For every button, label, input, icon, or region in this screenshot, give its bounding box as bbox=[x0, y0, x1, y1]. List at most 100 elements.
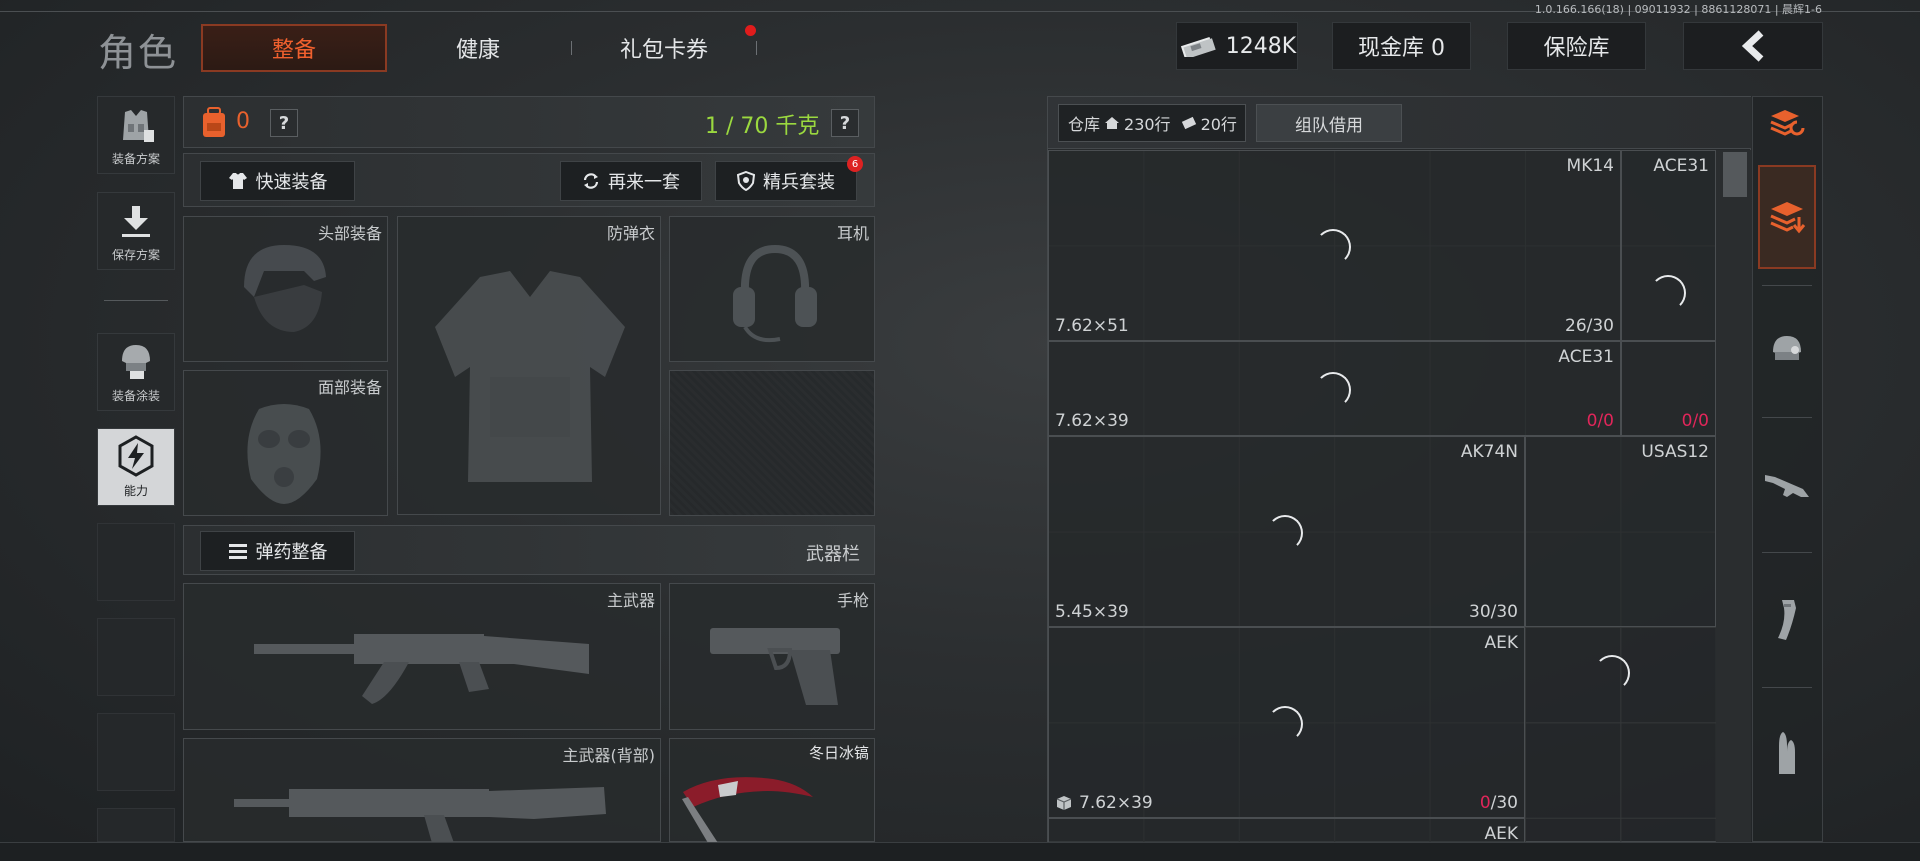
warehouse-item[interactable]: ACE31 7.62×39 0/0 bbox=[1048, 341, 1621, 436]
currency-display[interactable]: 1248K bbox=[1176, 22, 1298, 70]
ammo-loaded: 0 bbox=[1479, 793, 1491, 813]
primary-back-weapon-slot[interactable]: 主武器(背部) bbox=[183, 738, 661, 843]
tab-health[interactable]: 健康 bbox=[400, 24, 556, 72]
warehouse-item[interactable]: AEK 7.62×39 0/30 bbox=[1048, 627, 1525, 818]
sidebar-empty-slot bbox=[97, 808, 175, 842]
warehouse-item[interactable]: ACE31 bbox=[1621, 150, 1716, 341]
item-ammo-count: 0/0 bbox=[1682, 411, 1709, 431]
loading-spinner-icon bbox=[1315, 229, 1351, 265]
sidebar-label: 装备涂装 bbox=[111, 389, 160, 403]
shirt-icon bbox=[228, 173, 247, 189]
helmet-silhouette-icon bbox=[244, 245, 326, 332]
tab-gift-cards[interactable]: 礼包卡券 bbox=[586, 24, 742, 72]
ammo-icon bbox=[1779, 732, 1795, 774]
rail-divider bbox=[1762, 687, 1812, 688]
another-set-button[interactable]: 再来一套 bbox=[560, 161, 702, 201]
download-save-icon bbox=[122, 206, 150, 237]
stack-refresh-icon bbox=[1770, 110, 1805, 136]
quick-equip-button[interactable]: 快速装备 bbox=[200, 161, 355, 201]
rail-ammo-button[interactable] bbox=[1758, 702, 1816, 806]
help-label: ? bbox=[839, 112, 851, 134]
item-ammo-count: 30/30 bbox=[1469, 602, 1518, 622]
primary-weapon-slot[interactable]: 主武器 bbox=[183, 583, 661, 730]
gas-mask-silhouette-icon bbox=[247, 404, 321, 504]
tab-separator bbox=[756, 41, 757, 55]
item-name: AEK bbox=[1484, 824, 1518, 842]
headset-slot[interactable]: 耳机 bbox=[669, 216, 875, 362]
safe-box-button[interactable]: 保险库 bbox=[1507, 22, 1646, 70]
cash-vault-button[interactable]: 现金库 0 bbox=[1332, 22, 1471, 70]
loading-spinner-icon bbox=[1594, 655, 1630, 691]
weight-help-button[interactable]: ? bbox=[831, 109, 859, 137]
item-caliber: 7.62×39 bbox=[1079, 793, 1153, 813]
backpack-count: 0 bbox=[236, 109, 250, 134]
ammo-capacity: /30 bbox=[1490, 793, 1518, 813]
warehouse-item[interactable]: AK74N 5.45×39 30/30 bbox=[1048, 436, 1525, 627]
rail-warehouse-button[interactable] bbox=[1758, 165, 1816, 269]
rail-refresh-button[interactable] bbox=[1758, 98, 1816, 150]
body-armor-slot[interactable]: 防弹衣 bbox=[397, 216, 661, 515]
sidebar-save-plan[interactable]: 保存方案 bbox=[97, 192, 175, 270]
warehouse-tab[interactable]: 仓库 230行 20行 bbox=[1058, 104, 1246, 142]
loadout-header: 0 ? 1 / 70 千克 ? bbox=[183, 96, 875, 148]
item-ammo-count: 0/0 bbox=[1587, 411, 1614, 431]
rail-divider bbox=[1762, 552, 1812, 553]
rail-magazine-button[interactable] bbox=[1758, 568, 1816, 672]
item-name: AEK bbox=[1484, 633, 1518, 653]
warehouse-item[interactable]: 0/0 bbox=[1621, 341, 1716, 436]
carbine-silhouette-icon bbox=[234, 787, 606, 843]
help-button[interactable]: ? bbox=[270, 109, 298, 137]
box-icon bbox=[1056, 796, 1072, 810]
sidebar-empty-slot bbox=[97, 618, 175, 696]
pistol-slot[interactable]: 手枪 bbox=[669, 583, 875, 730]
warehouse-item[interactable]: MK14 7.62×51 26/30 bbox=[1048, 150, 1621, 341]
ammo-capacity: /0 bbox=[1597, 411, 1614, 431]
team-borrow-tab[interactable]: 组队借用 bbox=[1256, 104, 1402, 142]
empty-equipment-slot[interactable] bbox=[669, 370, 875, 516]
head-gear-slot[interactable]: 头部装备 bbox=[183, 216, 388, 362]
another-set-label: 再来一套 bbox=[608, 172, 680, 193]
currency-value: 1248K bbox=[1225, 33, 1297, 59]
item-ammo-count: 26/30 bbox=[1565, 316, 1614, 336]
badge-count: 6 bbox=[851, 158, 859, 170]
ammo-capacity: /0 bbox=[1692, 411, 1709, 431]
warehouse-item[interactable]: USAS12 bbox=[1525, 436, 1716, 691]
face-gear-slot[interactable]: 面部装备 bbox=[183, 370, 388, 516]
rail-rifle-button[interactable] bbox=[1758, 433, 1816, 537]
magazine-icon bbox=[1778, 600, 1796, 640]
item-name: USAS12 bbox=[1641, 442, 1709, 462]
ammo-loaded: 0 bbox=[1586, 411, 1598, 431]
warehouse-scrollbar[interactable] bbox=[1716, 150, 1751, 842]
warehouse-item[interactable]: AEK bbox=[1048, 818, 1525, 842]
sidebar-loadout-plan[interactable]: 装备方案 bbox=[97, 96, 175, 174]
item-name: AK74N bbox=[1460, 442, 1518, 462]
tab-label: 健康 bbox=[455, 38, 500, 63]
scrollbar-thumb[interactable] bbox=[1723, 152, 1747, 197]
item-caliber: 7.62×51 bbox=[1055, 316, 1129, 336]
rail-divider bbox=[1762, 417, 1812, 418]
sidebar-equipment-skin[interactable]: 装备涂装 bbox=[97, 333, 175, 411]
melee-slot[interactable]: 冬日冰镐 bbox=[669, 738, 875, 843]
refresh-icon bbox=[583, 173, 599, 189]
back-button[interactable] bbox=[1683, 22, 1823, 70]
elite-set-button[interactable]: 精兵套装 bbox=[715, 161, 857, 201]
ammo-equip-label: 弹药整备 bbox=[255, 542, 328, 563]
team-borrow-label: 组队借用 bbox=[1295, 115, 1363, 136]
ammo-loaded: 0 bbox=[1681, 411, 1693, 431]
sidebar-ability[interactable]: 能力 bbox=[97, 428, 175, 506]
vest-loadout-icon bbox=[123, 110, 154, 142]
slot-label: 手枪 bbox=[836, 591, 869, 610]
rail-helmet-button[interactable] bbox=[1758, 297, 1816, 401]
sidebar-label: 装备方案 bbox=[111, 152, 160, 166]
warehouse-grid[interactable]: MK14 7.62×51 26/30 ACE31 ACE31 7.62×39 0… bbox=[1048, 150, 1716, 842]
loading-spinner-icon bbox=[1267, 515, 1303, 551]
ammo-equip-button[interactable]: 弹药整备 bbox=[200, 531, 355, 571]
ammo-list-icon bbox=[228, 544, 247, 559]
tab-equip[interactable]: 整备 bbox=[201, 24, 387, 72]
home-icon bbox=[1105, 117, 1120, 129]
ice-pick-icon bbox=[682, 777, 813, 843]
notification-dot bbox=[745, 25, 756, 36]
rifle-silhouette-icon bbox=[254, 634, 589, 704]
version-info: 1.0.166.166(18) | 09011932 | 8861128071 … bbox=[1534, 3, 1822, 16]
slot-label: 主武器(背部) bbox=[562, 746, 656, 765]
